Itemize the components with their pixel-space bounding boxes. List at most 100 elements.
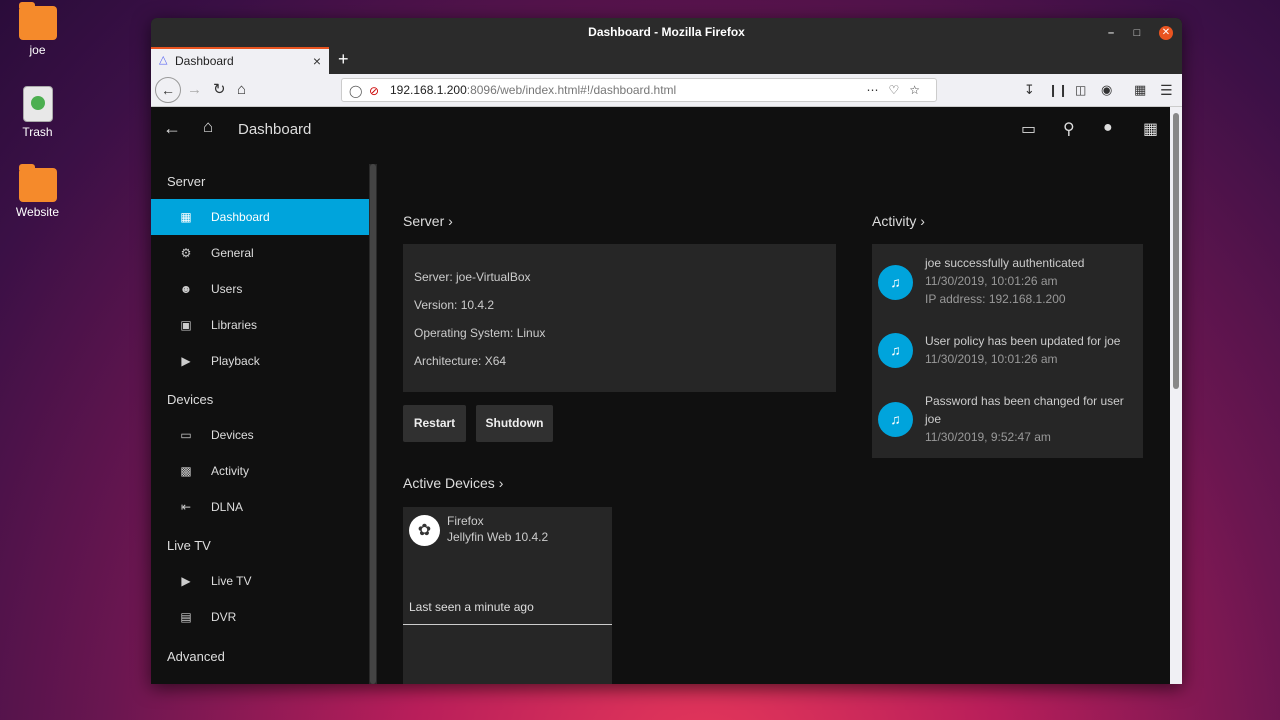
sidebar-item-dlna[interactable]: ⇤ DLNA [151,489,369,525]
library-icon[interactable]: ❙❙ [1048,80,1068,100]
app-home-icon[interactable]: ⌂ [203,117,213,137]
close-tab-icon[interactable]: × [313,49,321,73]
sidebar-item-label: Playback [211,354,260,368]
server-name: Server: joe-VirtualBox [414,270,531,284]
sidebar-item-label: Dashboard [211,210,270,224]
sidebar-item-label: Devices [211,428,254,442]
input-icon: ⇤ [180,500,192,514]
back-icon[interactable]: ← [155,77,181,103]
home-icon[interactable]: ⌂ [237,80,246,100]
desktop-icon-trash[interactable]: Trash [10,86,65,139]
trash-icon [22,86,53,122]
menu-icon[interactable]: ☰ [1160,80,1173,100]
server-architecture: Architecture: X64 [414,354,507,368]
page-scrollbar[interactable] [1170,107,1182,684]
active-devices-heading-label: Active Devices [403,475,495,491]
shutdown-button[interactable]: Shutdown [476,405,553,442]
account-icon[interactable]: ◉ [1101,80,1112,100]
bookmark-star-icon[interactable]: ☆ [909,83,930,97]
dashboard-grid-icon[interactable]: ▦ [1143,119,1158,139]
activity-heading-label: Activity [872,213,917,229]
minimize-icon[interactable]: – [1104,26,1118,40]
restart-button[interactable]: Restart [403,405,466,442]
extensions-icon[interactable]: ▦ [1134,80,1146,100]
chevron-right-icon: › [448,213,453,229]
server-version: Version: 10.4.2 [414,298,495,312]
sidebar-item-label: Activity [211,464,250,478]
sidebar-item-label: Live TV [211,574,252,588]
dashboard-icon: ▦ [180,210,192,224]
desktop-icon-label: joe [29,43,46,57]
reload-icon[interactable]: ↻ [213,80,226,100]
page-title: Dashboard [238,121,312,138]
divider [403,624,612,625]
downloads-icon[interactable]: ↧ [1024,80,1035,100]
sidebar-item-label: General [211,246,254,260]
desktop-icon-label: Trash [22,125,53,139]
dashboard-content: Server › Server: joe-VirtualBox Version:… [403,153,1152,684]
bell-icon: ♫ [878,333,913,368]
tab-strip: △ Dashboard × + [151,47,1182,74]
sidebar-item-activity[interactable]: ▩ Activity [151,453,369,489]
cast-icon[interactable]: ▭ [1021,119,1036,139]
sidebar-item-general[interactable]: ⚙ General [151,235,369,271]
app-header: ← ⌂ Dashboard ▭ ⚲ ● ▦ [151,107,1182,153]
chevron-right-icon: › [920,213,925,229]
activity-title: Password has been changed for user joe [925,394,1124,426]
new-tab-icon[interactable]: + [338,49,349,70]
play-icon: ▶ [181,354,191,368]
desktop-icon-website[interactable]: Website [10,164,65,219]
activity-title: joe successfully authenticated [925,256,1085,270]
sidebar-item-playback[interactable]: ▶ Playback [151,343,369,379]
sidebar-toggle-icon[interactable]: ◫ [1075,80,1086,100]
shield-icon[interactable]: ◯ [349,80,362,102]
window-title: Dashboard - Mozilla Firefox [588,25,745,39]
insecure-lock-icon[interactable]: ⊘ [369,80,379,102]
desktop-icon-label: Website [15,205,60,219]
activity-time: 11/30/2019, 10:01:26 am [925,352,1058,366]
pocket-icon[interactable]: ♡ [888,83,909,97]
maximize-icon[interactable]: □ [1130,26,1144,40]
home-folder-icon [18,2,57,40]
server-info-card: Server: joe-VirtualBox Version: 10.4.2 O… [403,244,836,392]
activity-detail: IP address: 192.168.1.200 [925,292,1066,306]
tab-title: Dashboard [175,54,234,68]
users-icon: ☻ [179,282,193,296]
app-back-icon[interactable]: ← [163,118,181,139]
sidebar-item-devices[interactable]: ▭ Devices [151,417,369,453]
folder-icon: ▣ [180,318,192,332]
server-os: Operating System: Linux [414,326,546,340]
bell-icon: ♫ [878,265,913,300]
sidebar-item-label: DVR [211,610,237,624]
device-name: Firefox [447,514,484,528]
activity-heading[interactable]: Activity › [872,213,925,229]
page-actions-icon[interactable]: ⋯ [866,83,888,97]
sidebar-scrollbar[interactable] [369,164,377,684]
sidebar-item-label: Libraries [211,318,258,332]
server-heading[interactable]: Server › [403,213,453,229]
firefox-logo-icon: ✿ [409,515,440,546]
url-host: 192.168.1.200 [390,83,467,97]
sidebar-section-server: Server [167,174,206,189]
activity-time: 11/30/2019, 10:01:26 am [925,274,1058,288]
sidebar-item-livetv[interactable]: ▶ Live TV [151,563,369,599]
sidebar-item-dashboard[interactable]: ▦ Dashboard [151,199,369,235]
tab-dashboard[interactable]: △ Dashboard × [151,47,329,74]
devices-icon: ▭ [180,428,192,442]
activity-title: User policy has been updated for joe [925,334,1121,348]
chevron-right-icon: › [498,475,504,491]
url-bar[interactable]: ◯ ⊘ 192.168.1.200:8096/web/index.html#!/… [341,78,937,102]
sidebar-item-users[interactable]: ☻ Users [151,271,369,307]
device-card[interactable]: ✿ Firefox Jellyfin Web 10.4.2 Last seen … [403,507,612,684]
desktop-icon-joe[interactable]: joe [10,2,65,57]
sidebar-item-libraries[interactable]: ▣ Libraries [151,307,369,343]
active-devices-heading[interactable]: Active Devices › [403,475,503,491]
forward-icon[interactable]: → [187,80,202,100]
admin-sidebar: Server ▦ Dashboard ⚙ General ☻ Users ▣ Libra… [151,164,369,684]
window-titlebar[interactable]: Dashboard - Mozilla Firefox – □ ✕ [151,18,1182,47]
sidebar-item-dvr[interactable]: ▤ DVR [151,599,369,635]
close-icon[interactable]: ✕ [1159,26,1173,40]
sidebar-section-advanced: Advanced [167,649,225,664]
user-icon[interactable]: ● [1103,119,1113,137]
search-icon[interactable]: ⚲ [1063,119,1075,139]
